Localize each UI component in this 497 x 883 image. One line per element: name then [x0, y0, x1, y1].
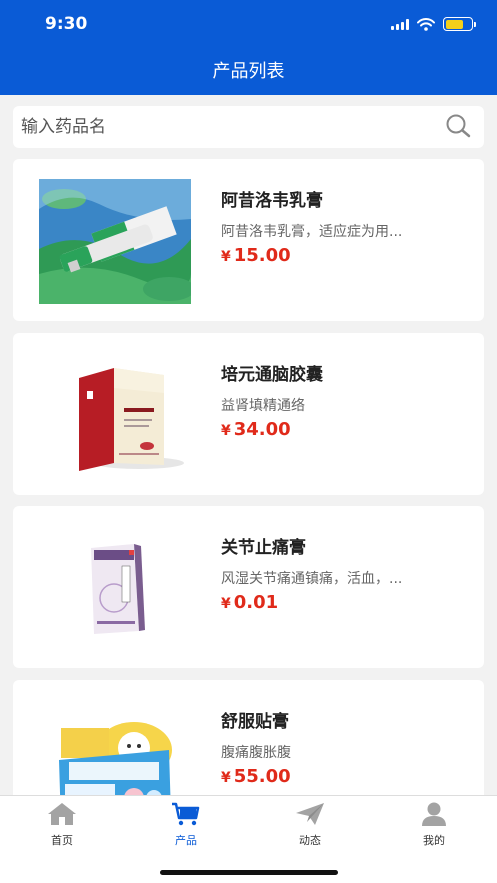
product-desc: 腹痛腹胀腹: [221, 745, 291, 761]
tab-news-label: 动态: [299, 834, 321, 847]
product-desc: 益肾填精通络: [221, 398, 305, 414]
product-image-capsule: [39, 353, 191, 478]
tab-news[interactable]: 动态: [270, 802, 350, 848]
page-title: 产品列表: [212, 61, 285, 82]
search-icon[interactable]: [444, 112, 474, 142]
product-image-plaster: [39, 526, 191, 651]
product-price: ¥0.01: [221, 592, 278, 613]
search-bar: [13, 106, 484, 148]
tab-products[interactable]: 产品: [146, 802, 226, 848]
product-list: 阿昔洛韦乳膏 阿昔洛韦乳膏，适应症为用... ¥15.00 培元通脑胶囊 益肾填…: [0, 159, 497, 795]
product-image-patch: [39, 700, 191, 795]
product-card[interactable]: 关节止痛膏 风湿关节痛通镇痛，活血，... ¥0.01: [13, 506, 484, 668]
wifi-icon: [417, 17, 435, 31]
nav-bar: 产品列表: [0, 52, 497, 95]
paper-plane-icon: [296, 803, 324, 825]
status-time: 9:30: [45, 14, 88, 34]
product-desc: 阿昔洛韦乳膏，适应症为用...: [221, 224, 403, 240]
user-icon: [422, 802, 446, 826]
price-value: 15.00: [233, 245, 291, 266]
battery-icon: [443, 17, 476, 31]
status-icons: [391, 17, 476, 31]
tab-home[interactable]: 首页: [22, 802, 102, 848]
currency-symbol: ¥: [221, 596, 231, 612]
tab-profile-label: 我的: [423, 834, 445, 847]
cart-icon: [172, 802, 200, 826]
tab-profile[interactable]: 我的: [394, 802, 474, 848]
price-value: 55.00: [233, 766, 291, 787]
product-price: ¥15.00: [221, 245, 291, 266]
home-icon: [48, 803, 76, 825]
currency-symbol: ¥: [221, 770, 231, 786]
search-input[interactable]: [21, 117, 444, 137]
currency-symbol: ¥: [221, 423, 231, 439]
signal-icon: [391, 18, 409, 30]
product-card[interactable]: 舒服贴膏 腹痛腹胀腹 ¥55.00: [13, 680, 484, 795]
home-indicator: [160, 870, 338, 875]
product-name: 阿昔洛韦乳膏: [221, 191, 323, 211]
product-name: 舒服贴膏: [221, 712, 289, 732]
product-desc: 风湿关节痛通镇痛，活血，...: [221, 571, 403, 587]
status-bar: 9:30: [0, 0, 497, 52]
product-name: 培元通脑胶囊: [221, 365, 323, 385]
tab-products-label: 产品: [175, 834, 197, 847]
product-image-ointment: [39, 179, 191, 304]
product-name: 关节止痛膏: [221, 538, 306, 558]
currency-symbol: ¥: [221, 249, 231, 265]
price-value: 0.01: [233, 592, 279, 613]
tab-home-label: 首页: [51, 834, 73, 847]
product-price: ¥55.00: [221, 766, 291, 787]
product-card[interactable]: 培元通脑胶囊 益肾填精通络 ¥34.00: [13, 333, 484, 495]
price-value: 34.00: [233, 419, 291, 440]
product-card[interactable]: 阿昔洛韦乳膏 阿昔洛韦乳膏，适应症为用... ¥15.00: [13, 159, 484, 321]
product-price: ¥34.00: [221, 419, 291, 440]
